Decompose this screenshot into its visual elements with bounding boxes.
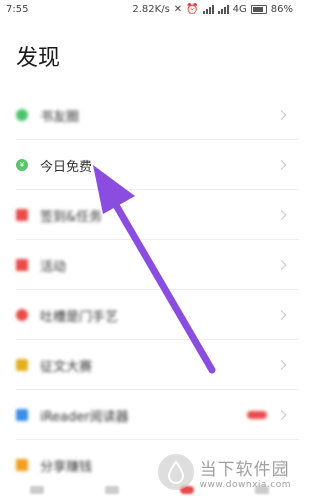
watermark-text: 当下软件园 www.downxia.com [200,455,291,490]
arrow-shaft [109,196,216,374]
watermark-logo-icon [157,454,194,490]
download-drop-icon [167,460,184,484]
watermark-url: www.downxia.com [199,479,291,490]
arrow-head [93,165,135,214]
annotation-arrow [93,165,216,374]
watermark: 当下软件园 www.downxia.com [157,454,291,490]
watermark-title: 当下软件园 [199,459,290,480]
